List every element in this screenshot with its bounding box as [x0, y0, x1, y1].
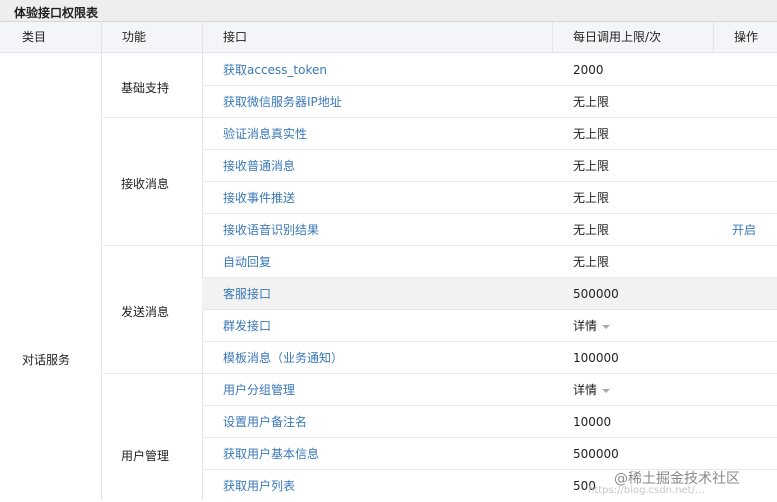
table-row: 获取微信服务器IP地址 无上限 — [202, 86, 777, 118]
api-link[interactable]: 自动回复 — [223, 246, 271, 278]
table-row: 模板消息（业务通知） 100000 — [202, 342, 777, 374]
daily-limit: 500000 — [573, 287, 619, 301]
table-row: 设置用户备注名 10000 — [202, 406, 777, 438]
details-dropdown[interactable]: 详情 — [573, 310, 611, 342]
table-row: 获取用户基本信息 500000 — [202, 438, 777, 470]
details-label: 详情 — [573, 383, 598, 397]
api-link[interactable]: 获取用户列表 — [223, 470, 295, 502]
table-row: 自动回复 无上限 — [202, 246, 777, 278]
table-title: 体验接口权限表 — [14, 6, 99, 20]
row-divider — [202, 181, 777, 182]
api-link[interactable]: 获取微信服务器IP地址 — [223, 86, 342, 118]
daily-limit: 无上限 — [573, 255, 610, 269]
table-row-highlighted: 客服接口 500000 — [202, 278, 777, 310]
details-dropdown[interactable]: 详情 — [573, 374, 611, 406]
group-divider — [101, 245, 777, 246]
table-row: 接收事件推送 无上限 — [202, 182, 777, 214]
row-divider — [202, 277, 777, 278]
daily-limit: 100000 — [573, 351, 619, 365]
row-divider — [202, 309, 777, 310]
api-link[interactable]: 验证消息真实性 — [223, 118, 307, 150]
function-group-label: 用户管理 — [121, 449, 170, 463]
header-divider — [713, 22, 714, 53]
enable-link[interactable]: 开启 — [732, 214, 756, 246]
daily-limit: 500000 — [573, 447, 619, 461]
table-row: 验证消息真实性 无上限 — [202, 118, 777, 150]
row-divider — [202, 85, 777, 86]
table-header: 类目 功能 接口 每日调用上限/次 操作 — [0, 22, 777, 53]
api-link[interactable]: 获取access_token — [223, 54, 327, 86]
daily-limit: 无上限 — [573, 127, 610, 141]
api-link[interactable]: 模板消息（业务通知） — [223, 342, 343, 374]
row-divider — [202, 341, 777, 342]
api-link[interactable]: 用户分组管理 — [223, 374, 295, 406]
function-group-label: 发送消息 — [121, 305, 170, 319]
watermark: @稀土掘金技术社区 — [614, 471, 740, 487]
header-divider — [101, 22, 102, 53]
column-header-api: 接口 — [223, 30, 248, 44]
column-header-category: 类目 — [22, 30, 47, 44]
api-link[interactable]: 群发接口 — [223, 310, 271, 342]
column-divider — [101, 53, 102, 500]
api-link[interactable]: 客服接口 — [223, 278, 271, 310]
daily-limit: 无上限 — [573, 223, 610, 237]
caret-down-icon — [602, 324, 611, 329]
daily-limit: 10000 — [573, 415, 612, 429]
row-divider — [202, 149, 777, 150]
table-row: 获取access_token 2000 — [202, 54, 777, 86]
column-header-action: 操作 — [734, 30, 759, 44]
table-row: 接收普通消息 无上限 — [202, 150, 777, 182]
api-link[interactable]: 设置用户备注名 — [223, 406, 307, 438]
category-label: 对话服务 — [22, 353, 71, 367]
table-row: 用户分组管理 详情 — [202, 374, 777, 406]
caret-down-icon — [602, 388, 611, 393]
daily-limit: 无上限 — [573, 159, 610, 173]
table-row: 群发接口 详情 — [202, 310, 777, 342]
column-header-function: 功能 — [122, 30, 147, 44]
api-link[interactable]: 接收事件推送 — [223, 182, 295, 214]
daily-limit: 2000 — [573, 63, 604, 77]
group-divider — [101, 373, 777, 374]
group-divider — [101, 117, 777, 118]
table-title-bar: 体验接口权限表 — [0, 0, 777, 22]
function-group-label: 接收消息 — [121, 177, 170, 191]
column-header-limit: 每日调用上限/次 — [573, 30, 662, 44]
api-link[interactable]: 接收普通消息 — [223, 150, 295, 182]
row-divider — [202, 437, 777, 438]
api-link[interactable]: 接收语音识别结果 — [223, 214, 319, 246]
header-divider — [202, 22, 203, 53]
daily-limit: 无上限 — [573, 191, 610, 205]
details-label: 详情 — [573, 319, 598, 333]
daily-limit: 无上限 — [573, 95, 610, 109]
header-divider — [552, 22, 553, 53]
function-group-label: 基础支持 — [121, 81, 170, 95]
table-row: 接收语音识别结果 无上限 开启 — [202, 214, 777, 246]
row-divider — [202, 213, 777, 214]
api-link[interactable]: 获取用户基本信息 — [223, 438, 319, 470]
row-divider — [202, 405, 777, 406]
